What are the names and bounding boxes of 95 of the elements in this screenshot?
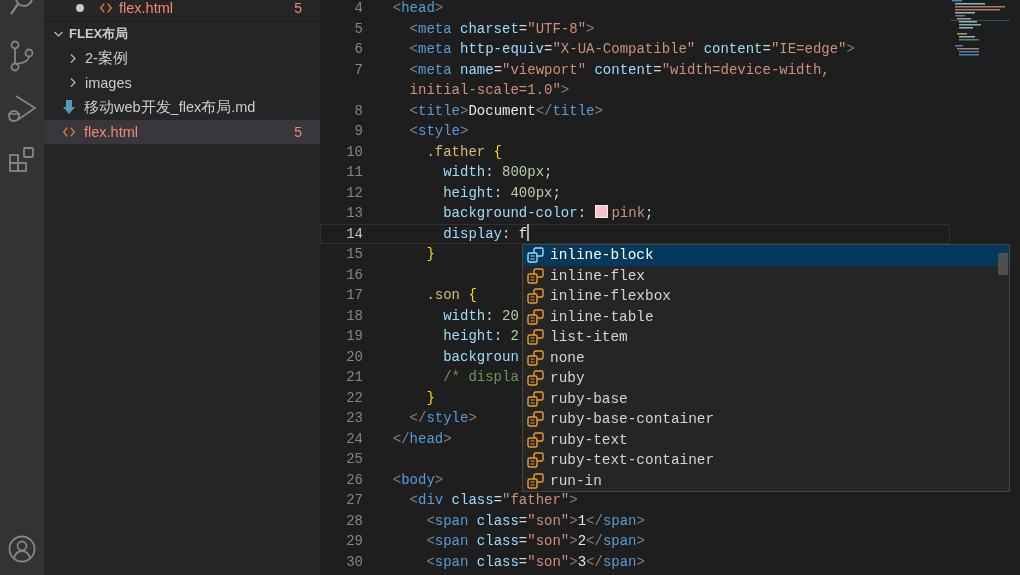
line-number: 24 bbox=[346, 430, 363, 447]
suggestion-item[interactable]: ruby bbox=[523, 368, 1009, 389]
line-number: 15 bbox=[346, 246, 363, 262]
code-line: <style> bbox=[409, 122, 469, 141]
scrollbar-thumb[interactable] bbox=[998, 253, 1008, 275]
code-line: /* displa bbox=[443, 368, 519, 387]
line-number: 14 bbox=[346, 225, 363, 242]
code-line: </style> bbox=[409, 409, 477, 428]
code-line: <span class="son">1</span> bbox=[426, 511, 645, 531]
suggestion-item[interactable]: inline-table bbox=[523, 306, 1009, 327]
download-arrow-icon bbox=[62, 99, 76, 116]
code-line: } bbox=[426, 245, 435, 264]
line-number: 18 bbox=[346, 307, 363, 324]
code-line: <span class="son">3</span> bbox=[426, 552, 645, 572]
enum-icon bbox=[527, 349, 544, 366]
enum-icon bbox=[527, 452, 544, 469]
code-line: height: 400px; bbox=[443, 183, 561, 203]
suggestion-item[interactable]: inline-flex bbox=[523, 265, 1009, 286]
suggestion-item[interactable]: run-in bbox=[523, 470, 1009, 491]
enum-icon bbox=[527, 431, 544, 448]
run-debug-icon[interactable] bbox=[7, 94, 37, 124]
line-number: 5 bbox=[354, 20, 363, 37]
file-tree-item[interactable]: images bbox=[85, 74, 132, 91]
enum-icon bbox=[527, 288, 544, 305]
suggestion-item[interactable]: ruby-text bbox=[523, 429, 1009, 450]
folder-header[interactable]: FLEX布局 bbox=[69, 24, 129, 43]
line-number: 6 bbox=[354, 41, 363, 57]
account-icon[interactable] bbox=[8, 535, 36, 563]
suggestion-item[interactable]: none bbox=[523, 347, 1009, 368]
code-line: </head> bbox=[392, 429, 452, 449]
code-line: } bbox=[426, 388, 435, 408]
code-line: background-color: pink; bbox=[443, 204, 654, 223]
source-control-icon[interactable] bbox=[9, 40, 35, 72]
code-line: width: 20 bbox=[443, 306, 519, 326]
line-number: 16 bbox=[346, 266, 363, 283]
code-line: <body> bbox=[392, 470, 444, 490]
line-number: 22 bbox=[346, 389, 363, 406]
line-number: 8 bbox=[354, 102, 363, 119]
line-number: 19 bbox=[346, 328, 363, 344]
line-number: 12 bbox=[346, 184, 363, 201]
code-line: <head> bbox=[392, 0, 444, 18]
code-line: height: 2 bbox=[443, 327, 519, 346]
code-line: backgroun bbox=[443, 347, 519, 367]
file-tree-item[interactable]: 2-案例 bbox=[85, 48, 128, 68]
line-number: 20 bbox=[346, 348, 363, 365]
code-line: <meta charset="UTF-8"> bbox=[409, 19, 595, 39]
line-number: 29 bbox=[346, 533, 363, 549]
code-line: <title>Document</title> bbox=[409, 101, 603, 121]
enum-icon bbox=[527, 267, 544, 284]
code-file-icon bbox=[62, 124, 76, 139]
line-number: 10 bbox=[346, 143, 363, 160]
line-number: 30 bbox=[346, 553, 363, 570]
code-line: display: f bbox=[443, 224, 528, 244]
code-line: initial-scale=1.0"> bbox=[409, 81, 570, 100]
code-line: width: 800px; bbox=[443, 163, 553, 182]
suggestion-item[interactable]: inline-block bbox=[523, 245, 1009, 266]
line-number: 13 bbox=[346, 205, 363, 221]
enum-icon bbox=[527, 390, 544, 407]
line-number: 7 bbox=[354, 61, 363, 78]
line-number: 26 bbox=[346, 471, 363, 488]
text-cursor bbox=[527, 223, 530, 241]
code-line: <span class="son">2</span> bbox=[426, 532, 645, 551]
enum-icon bbox=[527, 472, 544, 489]
line-number: 17 bbox=[346, 287, 363, 303]
code-file-icon bbox=[99, 1, 113, 16]
open-editor-item[interactable]: flex.html bbox=[119, 0, 173, 17]
line-number: 27 bbox=[346, 492, 363, 508]
minimap-drawing[interactable] bbox=[950, 0, 1010, 58]
enum-icon bbox=[527, 411, 544, 428]
line-number: 9 bbox=[354, 123, 363, 139]
code-line: <meta http-equiv="X-UA-Compatible" content="IE=edge"> bbox=[409, 40, 855, 59]
problem-count: 5 bbox=[294, 123, 302, 140]
line-number: 21 bbox=[346, 369, 363, 385]
line-number: 4 bbox=[354, 0, 363, 16]
suggestion-item[interactable]: ruby-base-container bbox=[523, 409, 1009, 430]
line-number: 23 bbox=[346, 410, 363, 426]
code-line: <meta name="viewport" content="width=device-width, bbox=[409, 60, 830, 80]
suggestion-item[interactable]: ruby-base bbox=[523, 388, 1009, 409]
suggestion-item[interactable]: list-item bbox=[523, 327, 1009, 348]
file-tree-item[interactable]: flex.html bbox=[84, 123, 138, 140]
code-line: <div class="father"> bbox=[409, 491, 578, 510]
file-tree-item[interactable]: 移动web开发_flex布局.md bbox=[84, 97, 256, 117]
enum-icon bbox=[527, 247, 544, 264]
extensions-icon[interactable] bbox=[8, 146, 36, 174]
suggestion-item[interactable]: inline-flexbox bbox=[523, 286, 1009, 307]
problem-count: 5 bbox=[294, 0, 302, 17]
code-line: .son { bbox=[426, 286, 477, 305]
line-number: 25 bbox=[346, 451, 363, 467]
code-line: .father { bbox=[426, 142, 503, 162]
line-number: 11 bbox=[346, 164, 363, 180]
enum-icon bbox=[527, 308, 544, 325]
enum-icon bbox=[527, 329, 544, 346]
enum-icon bbox=[527, 370, 544, 387]
suggestion-item[interactable]: ruby-text-container bbox=[523, 450, 1009, 471]
line-number: 28 bbox=[346, 512, 363, 529]
